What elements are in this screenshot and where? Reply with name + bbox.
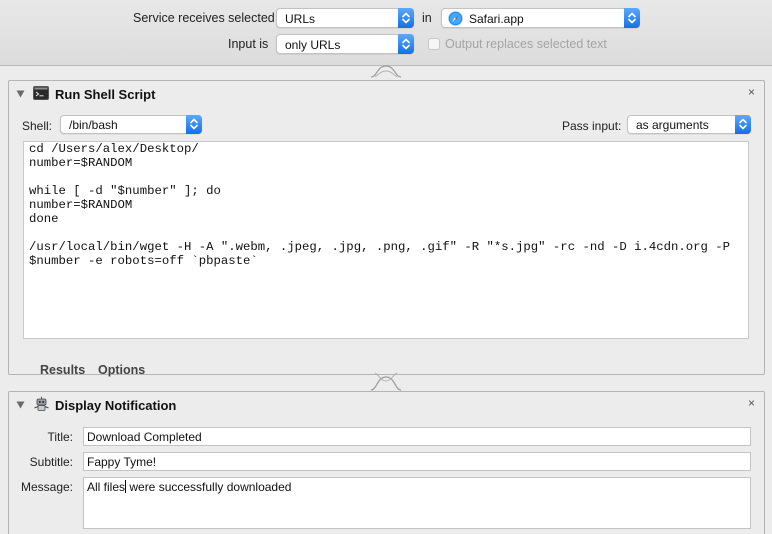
safari-icon [448,11,463,26]
shell-label: Shell: [22,119,53,133]
message-text-before-cursor: All files [87,480,126,494]
display-notification-action: Display Notification × Title: Download C… [8,391,765,534]
input-is-label: Input is [228,37,269,51]
service-settings-bar: Service receives selected URLs in Safari… [0,0,772,66]
close-icon[interactable]: × [748,85,755,99]
pass-input-value: as arguments [636,118,709,132]
run-shell-script-title: Run Shell Script [55,87,156,102]
application-value: Safari.app [469,12,524,26]
results-tab[interactable]: Results [40,363,85,377]
service-receives-popup[interactable]: URLs [276,8,414,28]
display-notification-title: Display Notification [55,398,177,413]
output-replaces-checkbox[interactable] [428,38,440,50]
script-editor[interactable]: cd /Users/alex/Desktop/ number=$RANDOM w… [23,141,749,339]
disclosure-triangle-icon[interactable] [16,401,25,409]
input-is-value: only URLs [285,38,341,52]
pass-input-label: Pass input: [562,119,622,133]
chevron-updown-icon [186,115,202,134]
application-popup[interactable]: Safari.app [441,8,640,28]
chevron-updown-icon [624,8,640,28]
run-shell-script-action: Run Shell Script × Shell: /bin/bash Pass… [8,80,765,377]
service-receives-label: Service receives selected [133,11,275,25]
chevron-updown-icon [735,115,751,134]
pass-input-popup[interactable]: as arguments [627,115,751,134]
chevron-updown-icon [398,34,414,54]
subtitle-field[interactable]: Fappy Tyme! [83,452,751,471]
automator-robot-icon [34,396,49,411]
message-field[interactable]: All files were successfully downloaded [83,477,751,529]
message-text-after-cursor: were successfully downloaded [126,480,292,494]
close-icon[interactable]: × [748,396,755,410]
run-shell-script-header: Run Shell Script × [9,81,764,107]
title-field[interactable]: Download Completed [83,427,751,446]
in-label: in [422,11,432,25]
service-receives-value: URLs [285,12,316,26]
subtitle-label: Subtitle: [29,455,73,469]
chevron-updown-icon [398,8,414,28]
shell-value: /bin/bash [69,118,118,132]
action-connector-icon [370,372,402,391]
disclosure-triangle-icon[interactable] [16,90,25,98]
input-is-popup[interactable]: only URLs [276,34,414,54]
shell-popup[interactable]: /bin/bash [60,115,202,134]
message-label: Message: [20,480,73,494]
title-label: Title: [47,430,73,444]
display-notification-header: Display Notification × [9,392,764,418]
output-replaces-label: Output replaces selected text [445,37,607,51]
terminal-icon [33,86,49,100]
options-tab[interactable]: Options [98,363,145,377]
